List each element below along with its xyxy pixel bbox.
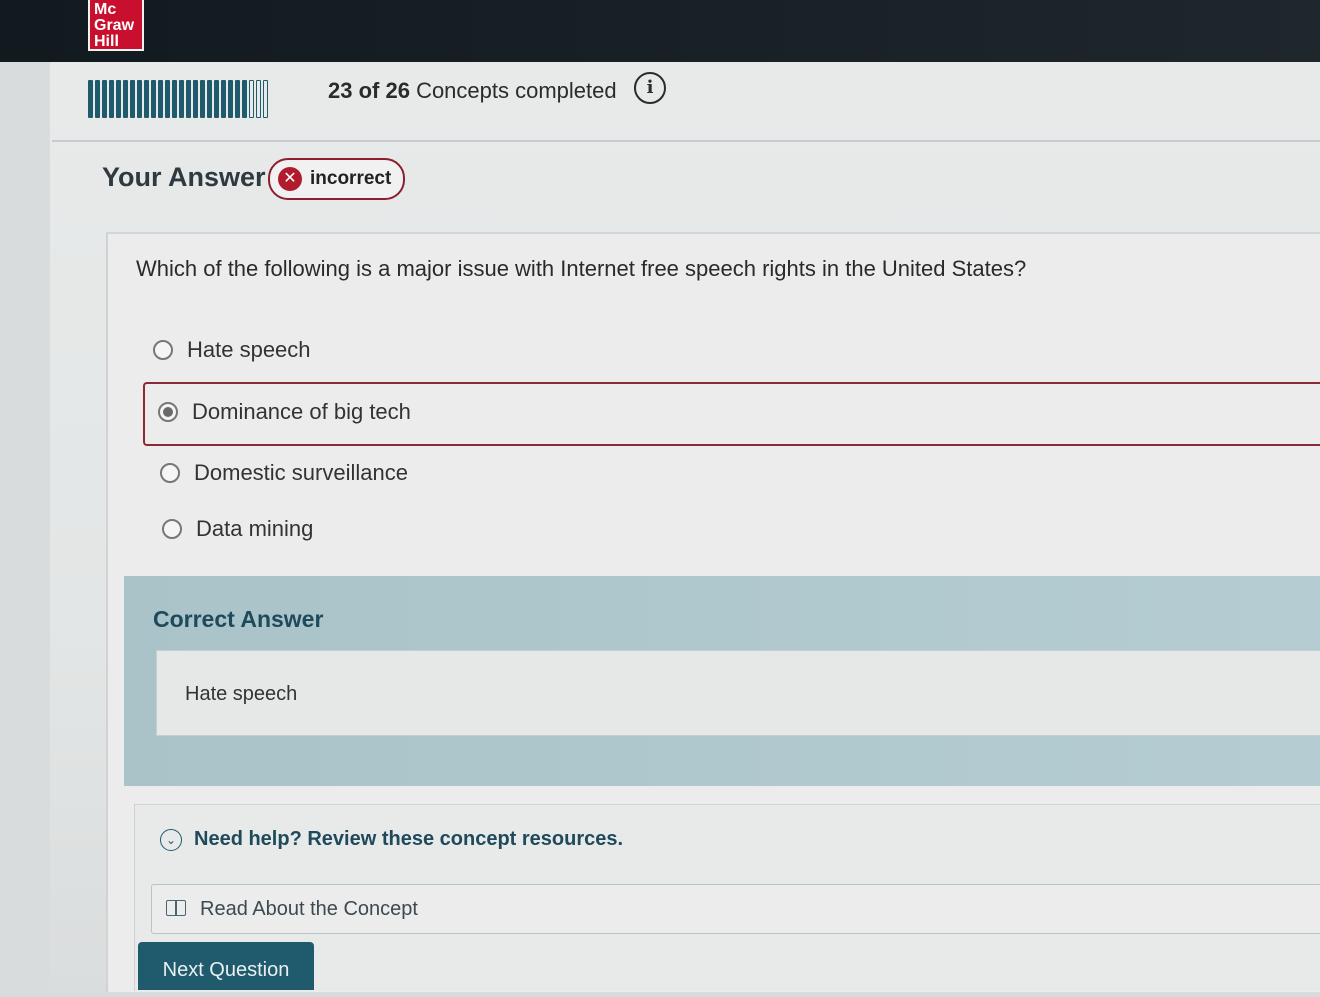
- progress-segment-complete: [179, 80, 184, 118]
- progress-segment-complete: [165, 80, 170, 118]
- progress-bar: [88, 80, 312, 118]
- correct-answer-value: Hate speech: [185, 683, 298, 705]
- correct-answer-heading: Correct Answer: [153, 606, 324, 632]
- read-about-concept-link[interactable]: Read About the Concept: [151, 884, 1320, 934]
- divider: [52, 140, 1320, 142]
- progress-segment-complete: [95, 80, 100, 118]
- progress-segment-complete: [88, 80, 93, 118]
- progress-segment-incomplete: [249, 80, 254, 118]
- logo-line-3: Hill: [94, 33, 119, 50]
- progress-segment-complete: [144, 80, 149, 118]
- option-data-mining[interactable]: Data mining: [162, 516, 313, 542]
- progress-segment-complete: [235, 80, 240, 118]
- x-circle-icon: ✕: [278, 167, 302, 191]
- chevron-down-circle-icon[interactable]: ⌄: [160, 828, 182, 851]
- progress-suffix: Concepts completed: [416, 78, 617, 103]
- option-hate-speech[interactable]: Hate speech: [153, 337, 311, 363]
- your-answer-heading: Your Answer: [102, 162, 266, 192]
- progress-segment-incomplete: [263, 80, 268, 118]
- progress-text: 23 of 26 Concepts completed: [328, 78, 617, 104]
- radio-selected-icon[interactable]: [158, 402, 178, 422]
- mcgraw-hill-logo: Mc Graw Hill: [88, 0, 144, 51]
- progress-segment-complete: [151, 80, 156, 118]
- logo-line-2: Graw: [94, 17, 135, 34]
- progress-segment-complete: [207, 80, 212, 118]
- book-icon: [166, 900, 188, 918]
- progress-segment-complete: [200, 80, 205, 118]
- progress-segment-complete: [221, 80, 226, 118]
- progress-segment-complete: [186, 80, 191, 118]
- option-label: Dominance of big tech: [192, 399, 411, 424]
- progress-segment-complete: [214, 80, 219, 118]
- status-badge: ✕ incorrect: [268, 158, 406, 200]
- progress-segment-complete: [193, 80, 198, 118]
- progress-segment-incomplete: [256, 80, 261, 118]
- logo-line-1: Mc: [94, 1, 117, 18]
- progress-segment-complete: [137, 80, 142, 118]
- next-question-button[interactable]: Next Question: [138, 942, 314, 990]
- status-badge-label: incorrect: [310, 168, 392, 189]
- progress-segment-complete: [172, 80, 177, 118]
- read-about-concept-label[interactable]: Read About the Concept: [200, 898, 418, 921]
- progress-row: 23 of 26 Concepts completed i: [88, 72, 1320, 122]
- progress-segment-complete: [130, 80, 135, 118]
- option-domestic-surveillance[interactable]: Domestic surveillance: [160, 460, 408, 486]
- option-label: Hate speech: [187, 337, 311, 362]
- progress-segment-complete: [242, 80, 247, 118]
- radio-icon[interactable]: [153, 340, 173, 360]
- progress-segment-complete: [109, 80, 114, 118]
- progress-segment-complete: [116, 80, 121, 118]
- progress-segment-complete: [102, 80, 107, 118]
- top-bar: [0, 0, 1320, 62]
- correct-answer-box: [156, 650, 1320, 736]
- radio-icon[interactable]: [160, 463, 180, 483]
- progress-segment-complete: [228, 80, 233, 118]
- progress-segment-complete: [123, 80, 128, 118]
- help-toggle[interactable]: ⌄ Need help? Review these concept resour…: [160, 828, 623, 851]
- question-text: Which of the following is a major issue …: [136, 256, 1027, 281]
- progress-count: 23 of 26: [328, 78, 410, 103]
- option-label: Domestic surveillance: [194, 460, 408, 485]
- info-circle-icon[interactable]: i: [634, 72, 666, 104]
- progress-segment-complete: [158, 80, 163, 118]
- help-toggle-label[interactable]: Need help? Review these concept resource…: [194, 828, 623, 851]
- option-dominance-of-big-tech[interactable]: Dominance of big tech: [158, 399, 411, 425]
- option-label: Data mining: [196, 516, 314, 541]
- radio-icon[interactable]: [162, 519, 182, 539]
